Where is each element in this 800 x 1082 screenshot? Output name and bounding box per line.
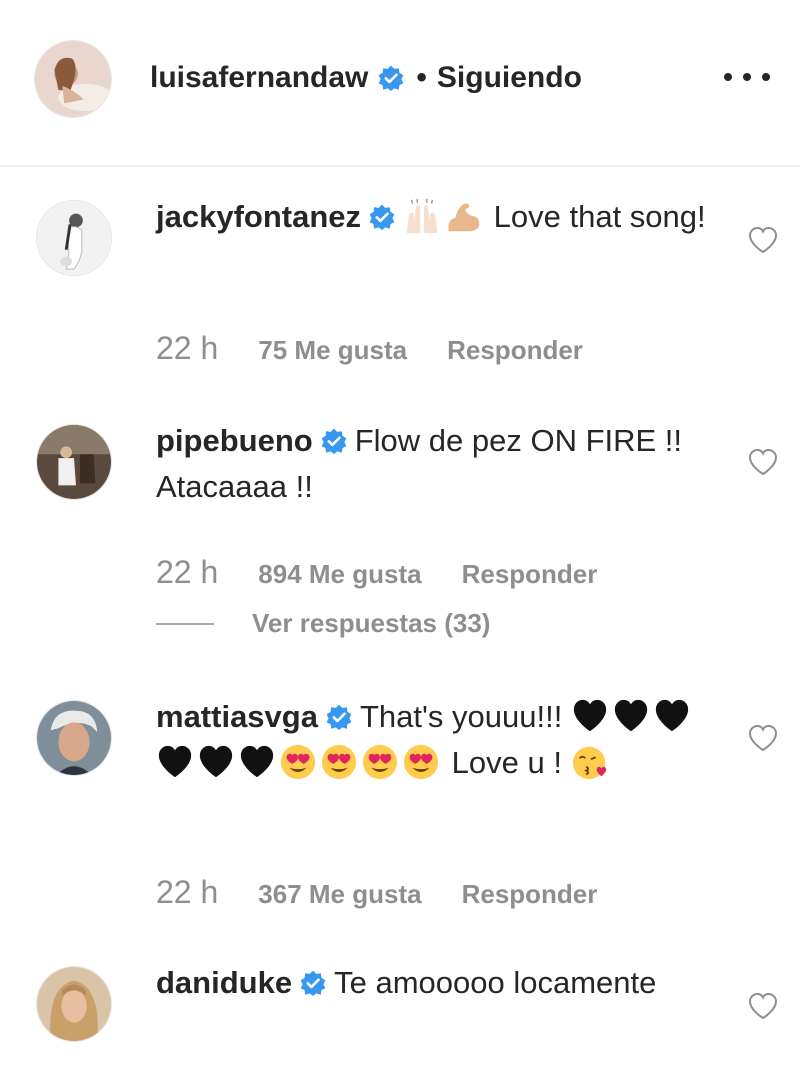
comment-text: jackyfontanez Love that song! [156, 194, 716, 240]
black-heart-emoji-icon [571, 697, 609, 735]
comment-meta: 22 h 75 Me gusta Responder [156, 330, 583, 367]
like-comment-heart-icon[interactable] [748, 226, 778, 254]
comment-text: pipebueno Flow de pez ON FIRE !! Atacaaaa… [156, 418, 716, 510]
post-author-username[interactable]: luisafernandaw [150, 61, 368, 95]
comment-meta: 22 h 367 Me gusta Responder [156, 874, 597, 911]
comment-text: mattiasvga That's youuu!!! Love u ! [156, 694, 716, 786]
comment-username[interactable]: pipebueno [156, 423, 313, 458]
verified-badge-icon [321, 428, 347, 454]
header-separator: • [416, 61, 427, 94]
comment-timestamp[interactable]: 22 h [156, 554, 218, 591]
verified-badge-icon [369, 204, 395, 230]
heart-eyes-emoji-icon [361, 743, 399, 781]
replies-divider [156, 622, 214, 625]
heart-eyes-emoji-icon [279, 743, 317, 781]
comment-username[interactable]: jackyfontanez [156, 199, 361, 234]
more-options-icon[interactable] [724, 62, 770, 92]
view-replies-button[interactable]: Ver respuestas (33) [156, 608, 490, 639]
reply-button[interactable]: Responder [462, 879, 598, 910]
comment-body-end: Love u ! [451, 745, 562, 780]
comment-meta: 22 h 894 Me gusta Responder [156, 554, 597, 591]
reply-button[interactable]: Responder [447, 335, 583, 366]
black-heart-emoji-icon [612, 697, 650, 735]
like-comment-heart-icon[interactable] [748, 992, 778, 1020]
comment-timestamp[interactable]: 22 h [156, 874, 218, 911]
reply-button[interactable]: Responder [462, 559, 598, 590]
verified-badge-icon [378, 65, 404, 91]
black-heart-emoji-icon [156, 743, 194, 781]
post-header: luisafernandaw • Siguiendo [0, 0, 800, 167]
post-author-avatar[interactable] [34, 40, 112, 118]
comment-like-count[interactable]: 894 Me gusta [258, 559, 421, 590]
post-header-line: luisafernandaw • Siguiendo [150, 56, 582, 100]
comment-body: That's youuu!!! [359, 699, 563, 734]
heart-eyes-emoji-icon [402, 743, 440, 781]
kissing-heart-emoji-icon [571, 743, 609, 781]
comment-like-count[interactable]: 75 Me gusta [258, 335, 407, 366]
commenter-avatar[interactable] [36, 700, 112, 776]
view-replies-label: Ver respuestas (33) [252, 608, 491, 638]
heart-eyes-emoji-icon [320, 743, 358, 781]
raising-hands-emoji-icon [403, 197, 441, 235]
commenter-avatar[interactable] [36, 424, 112, 500]
follow-status-button[interactable]: Siguiendo [437, 61, 582, 95]
comment-username[interactable]: mattiasvga [156, 699, 318, 734]
comment-username[interactable]: daniduke [156, 965, 292, 1000]
like-comment-heart-icon[interactable] [748, 448, 778, 476]
flexed-biceps-emoji-icon [444, 197, 482, 235]
comment-body: Love that song! [493, 199, 706, 234]
commenter-avatar[interactable] [36, 200, 112, 276]
commenter-avatar[interactable] [36, 966, 112, 1042]
black-heart-emoji-icon [653, 697, 691, 735]
verified-badge-icon [326, 704, 352, 730]
comment-text: daniduke Te amooooo locamente [156, 960, 716, 1006]
like-comment-heart-icon[interactable] [748, 724, 778, 752]
verified-badge-icon [300, 970, 326, 996]
comment-body: Te amooooo locamente [334, 965, 657, 1000]
black-heart-emoji-icon [238, 743, 276, 781]
black-heart-emoji-icon [197, 743, 235, 781]
comment-like-count[interactable]: 367 Me gusta [258, 879, 421, 910]
comment-timestamp[interactable]: 22 h [156, 330, 218, 367]
